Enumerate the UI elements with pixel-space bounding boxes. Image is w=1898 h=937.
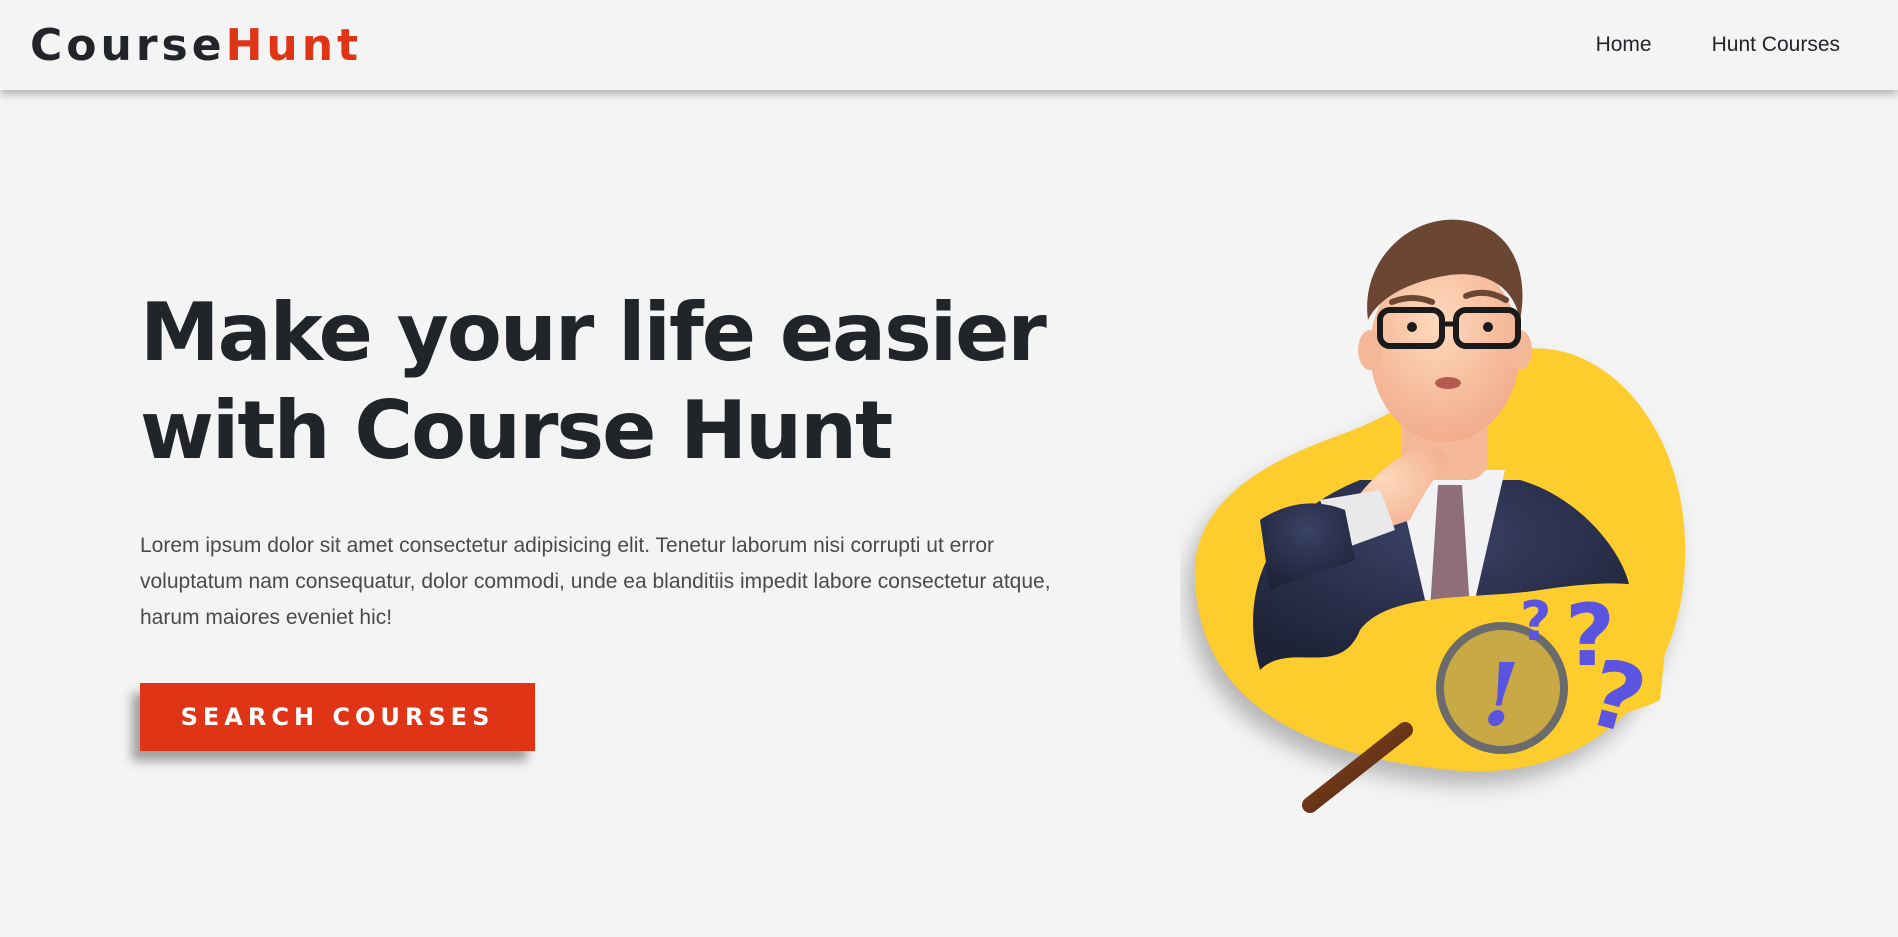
nav-link-hunt-courses[interactable]: Hunt Courses: [1712, 31, 1840, 59]
nav-link-home[interactable]: Home: [1596, 31, 1652, 59]
question-mark-icon: ?: [1520, 590, 1551, 653]
logo-text-course: Course: [30, 20, 226, 71]
thinking-businessman-illustration: ! ? ? ?: [1194, 219, 1686, 813]
navbar: CourseHunt Home Hunt Courses: [0, 0, 1898, 90]
hero-description: Lorem ipsum dolor sit amet consectetur a…: [140, 534, 1051, 629]
svg-text:!: !: [1482, 645, 1520, 746]
nav-links: Home Hunt Courses: [1596, 31, 1840, 59]
hero-illustration: ! ? ? ?: [1180, 200, 1710, 840]
logo-text-hunt: Hunt: [225, 20, 363, 71]
search-courses-button[interactable]: SEARCH COURSES: [140, 683, 535, 751]
hero-title-line-1: Make your life easier: [140, 286, 1047, 379]
hero-title-line-2: with Course Hunt: [140, 384, 893, 477]
logo[interactable]: CourseHunt: [30, 20, 362, 72]
hero-title: Make your life easier with Course Hunt: [140, 284, 1100, 480]
